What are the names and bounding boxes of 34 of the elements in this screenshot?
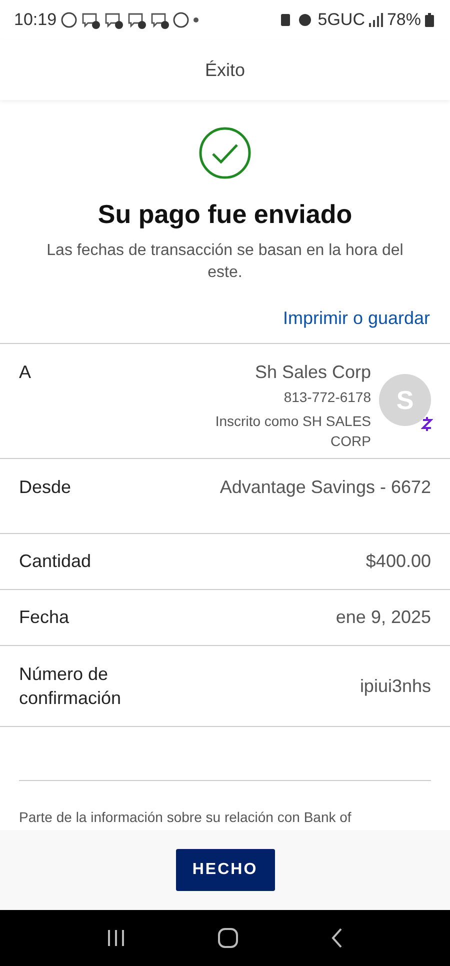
recent-apps-icon[interactable] [106,929,125,947]
battery-icon [425,13,434,27]
row-label: Desde [19,477,72,499]
circle-icon [172,12,189,28]
print-save-link[interactable]: Imprimir o guardar [282,308,430,328]
success-heading: Su pago fue enviado [98,199,352,230]
battery-level: 78% [386,10,421,30]
row-value: ene 9, 2025 [336,607,431,628]
dot-icon [192,17,199,23]
chat-icon [150,11,169,29]
checkmark-icon [199,127,251,179]
row-label: A [19,362,32,384]
row-label: Fecha [19,607,70,628]
row-value: Advantage Savings - 6672 [220,477,431,499]
recipient-phone: 813-772-6178 [282,388,371,407]
chat-icon [126,11,146,29]
row-label: Número de confirmación [19,663,122,710]
screen-title: Éxito [204,60,246,80]
row-label: Cantidad [19,551,92,572]
chat-icon [104,11,123,29]
recipient-name: Sh Sales Corp [254,362,371,383]
timezone-note: Las fechas de transacción se basan en la hora del este. [46,241,404,283]
network-label: 5GUC [318,10,365,30]
chat-icon [80,11,100,29]
disclaimer-text: Parte de la información sobre su relación con Bank of [19,809,352,825]
row-value: $400.00 [366,551,431,572]
signal-icon [368,13,383,27]
status-time: 10:19 [14,10,57,30]
circle-icon [60,12,77,28]
done-button[interactable]: HECHO [176,849,274,891]
home-icon[interactable] [218,928,238,948]
enrolled-name: Inscrito como SH SALES CORP [214,412,371,451]
back-icon[interactable] [331,928,344,948]
row-value: ipiui3nhs [360,676,431,696]
